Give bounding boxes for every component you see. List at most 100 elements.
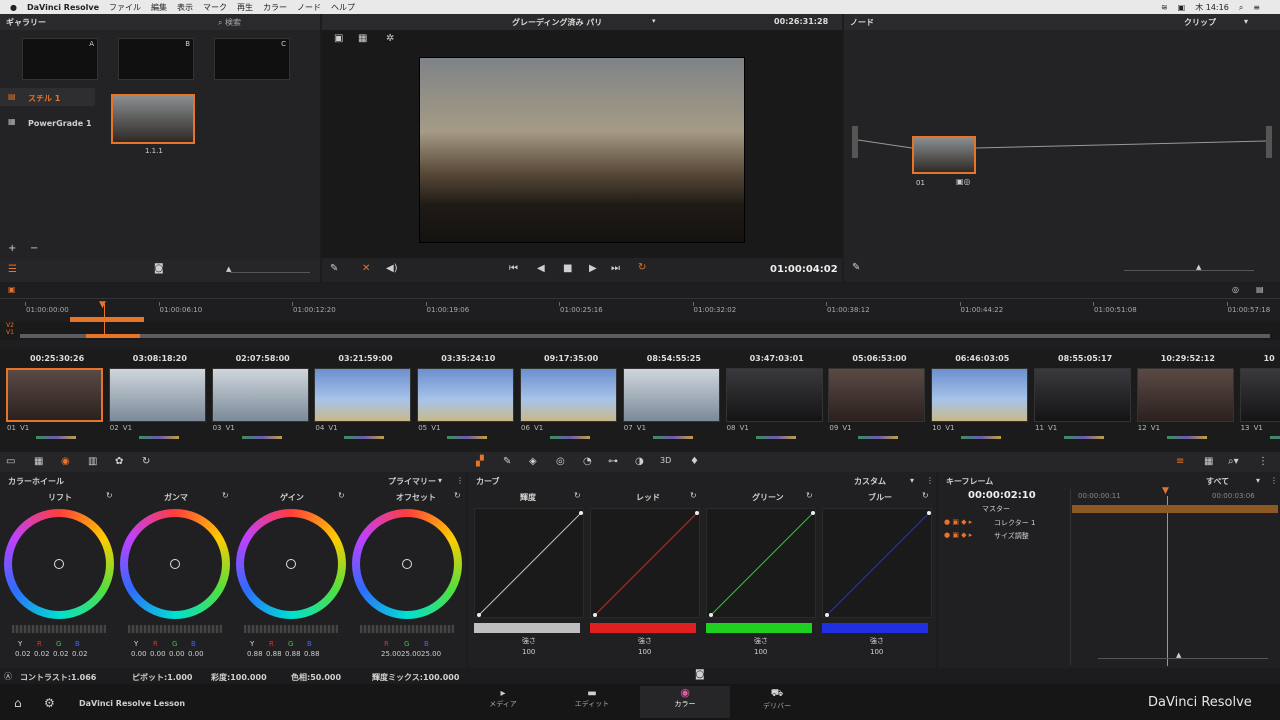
contrast-value[interactable]: コントラスト:1.066	[20, 672, 96, 683]
camera-raw-icon[interactable]: ▭	[6, 456, 15, 467]
app-name[interactable]: DaVinci Resolve	[27, 3, 99, 12]
menu-file[interactable]: ファイル	[109, 2, 141, 13]
clip-thumbnail[interactable]	[622, 368, 720, 422]
search-icon[interactable]: ⌕▾	[1228, 456, 1239, 467]
channel-value[interactable]: 0.88	[247, 650, 263, 658]
wipe-icon[interactable]: ✲	[386, 33, 394, 44]
pivot-value[interactable]: ピボット:1.000	[132, 672, 193, 683]
channel-value[interactable]: 0.02	[53, 650, 69, 658]
strength-value[interactable]: 100	[638, 648, 651, 656]
gallery-slot-b[interactable]: B	[118, 38, 194, 80]
tab-media[interactable]: ▸ メディア	[478, 688, 528, 716]
reset-icon[interactable]: ↻	[106, 491, 113, 500]
curve-strength-bar[interactable]	[474, 623, 580, 633]
more-icon[interactable]: ⋮	[456, 476, 464, 485]
gallery-slot-c[interactable]: C	[214, 38, 290, 80]
clip-thumbnail[interactable]	[314, 368, 412, 422]
reset-icon[interactable]: ↻	[922, 491, 929, 500]
grid-icon[interactable]: ▦	[1204, 456, 1213, 467]
dolby-icon[interactable]: ◎	[1232, 285, 1239, 294]
corrector-node[interactable]	[912, 136, 976, 174]
rgb-mixer-icon[interactable]: ▥	[88, 456, 97, 467]
scope-icon[interactable]: ◙	[695, 669, 705, 680]
powergrade-album[interactable]: ▦ PowerGrade 1	[0, 114, 95, 132]
clip-thumbnail[interactable]	[931, 368, 1029, 422]
more-icon[interactable]: ⋮	[926, 476, 934, 485]
volume-icon[interactable]: ◀)	[386, 263, 398, 274]
wheel-puck[interactable]	[402, 559, 412, 569]
3d-icon[interactable]: 3D	[660, 456, 671, 465]
curve-graph[interactable]	[822, 508, 932, 618]
wifi-icon[interactable]: ≋	[1161, 3, 1168, 12]
clip-thumbnail[interactable]	[725, 368, 823, 422]
clip-thumbnail[interactable]	[1239, 368, 1280, 422]
key-icon[interactable]: ⊶	[608, 456, 618, 467]
play-reverse-icon[interactable]: ◀	[537, 263, 545, 274]
master-wheel-slider[interactable]	[12, 625, 106, 633]
more-icon[interactable]: ⋮	[1258, 456, 1268, 467]
color-wheels-icon[interactable]: ◉	[61, 456, 70, 467]
menu-edit[interactable]: 編集	[151, 2, 167, 13]
gallery-search[interactable]: ⌕ 検索	[218, 17, 241, 28]
curve-graph[interactable]	[474, 508, 584, 618]
search-icon[interactable]: ⌕	[1239, 3, 1243, 13]
qualifier-icon[interactable]: ✎	[503, 456, 511, 467]
channel-value[interactable]: 25.00	[421, 650, 441, 658]
channel-value[interactable]: 0.88	[266, 650, 282, 658]
tab-deliver[interactable]: ⛟ デリバー	[748, 688, 806, 716]
loop-icon[interactable]: ↻	[638, 262, 646, 273]
play-icon[interactable]: ▶	[589, 263, 597, 274]
add-album-icon[interactable]: +	[8, 243, 16, 254]
channel-value[interactable]: 0.02	[15, 650, 31, 658]
tab-color[interactable]: ◉ カラー	[640, 686, 730, 718]
node-tool-icon[interactable]: ✎	[852, 262, 860, 273]
channel-value[interactable]: 0.00	[150, 650, 166, 658]
master-track[interactable]	[1072, 505, 1278, 513]
channel-value[interactable]: 0.00	[188, 650, 204, 658]
curve-graph[interactable]	[590, 508, 700, 618]
strength-value[interactable]: 100	[754, 648, 767, 656]
strength-value[interactable]: 100	[870, 648, 883, 656]
chevron-down-icon[interactable]: ▾	[910, 476, 914, 485]
clip-thumbnail[interactable]	[520, 368, 617, 422]
single-view-icon[interactable]: ▣	[334, 33, 343, 44]
master-wheel-slider[interactable]	[244, 625, 338, 633]
clock[interactable]: 木 14:16	[1195, 2, 1229, 13]
video-frame[interactable]	[419, 57, 745, 243]
more-icon[interactable]: ⋮	[1270, 476, 1278, 485]
menu-mark[interactable]: マーク	[203, 2, 227, 13]
channel-value[interactable]: 0.02	[72, 650, 88, 658]
drop-icon[interactable]: ♦	[690, 456, 699, 467]
clip-thumbnail[interactable]	[6, 368, 103, 422]
window-icon[interactable]: ◈	[529, 456, 537, 467]
viewer-title[interactable]: グレーディング済み パリ	[512, 17, 602, 28]
curve-mode-select[interactable]: カスタム	[854, 476, 886, 487]
clip-thumbnail[interactable]	[1136, 368, 1234, 422]
channel-value[interactable]: 0.00	[131, 650, 147, 658]
tracker-icon[interactable]: ◎	[556, 456, 565, 467]
motion-icon[interactable]: ✿	[115, 456, 123, 467]
shuffle-icon[interactable]: ✕	[362, 263, 370, 274]
in-out-range[interactable]	[70, 317, 144, 322]
lum-mix-value[interactable]: 輝度ミックス:100.000	[372, 672, 459, 683]
home-icon[interactable]: ⌂	[14, 696, 22, 710]
flag-icon[interactable]: ▣	[1178, 3, 1186, 12]
gallery-slot-a[interactable]: A	[22, 38, 98, 80]
keyframe-playhead[interactable]	[1167, 496, 1168, 666]
stereo-icon[interactable]: ↻	[142, 456, 150, 467]
clip-thumbnail[interactable]	[828, 368, 926, 422]
monitor-icon[interactable]: ▤	[1256, 285, 1264, 294]
menu-play[interactable]: 再生	[237, 2, 253, 13]
still-grab-icon[interactable]: ◙	[154, 263, 164, 274]
slider-handle-icon[interactable]: ▲	[226, 265, 231, 273]
skip-start-icon[interactable]: ⏮	[509, 263, 518, 274]
channel-value[interactable]: 0.00	[169, 650, 185, 658]
keyframe-zoom-slider[interactable]	[1098, 658, 1268, 659]
still-thumbnail[interactable]	[111, 94, 195, 144]
slider-handle-icon[interactable]: ▲	[1176, 651, 1181, 659]
list-view-icon[interactable]: ☰	[8, 264, 17, 275]
timeline-icon[interactable]: ▣	[8, 285, 16, 294]
channel-value[interactable]: 0.88	[285, 650, 301, 658]
wheel-puck[interactable]	[286, 559, 296, 569]
playhead-marker-icon[interactable]: ▼	[1162, 486, 1169, 496]
